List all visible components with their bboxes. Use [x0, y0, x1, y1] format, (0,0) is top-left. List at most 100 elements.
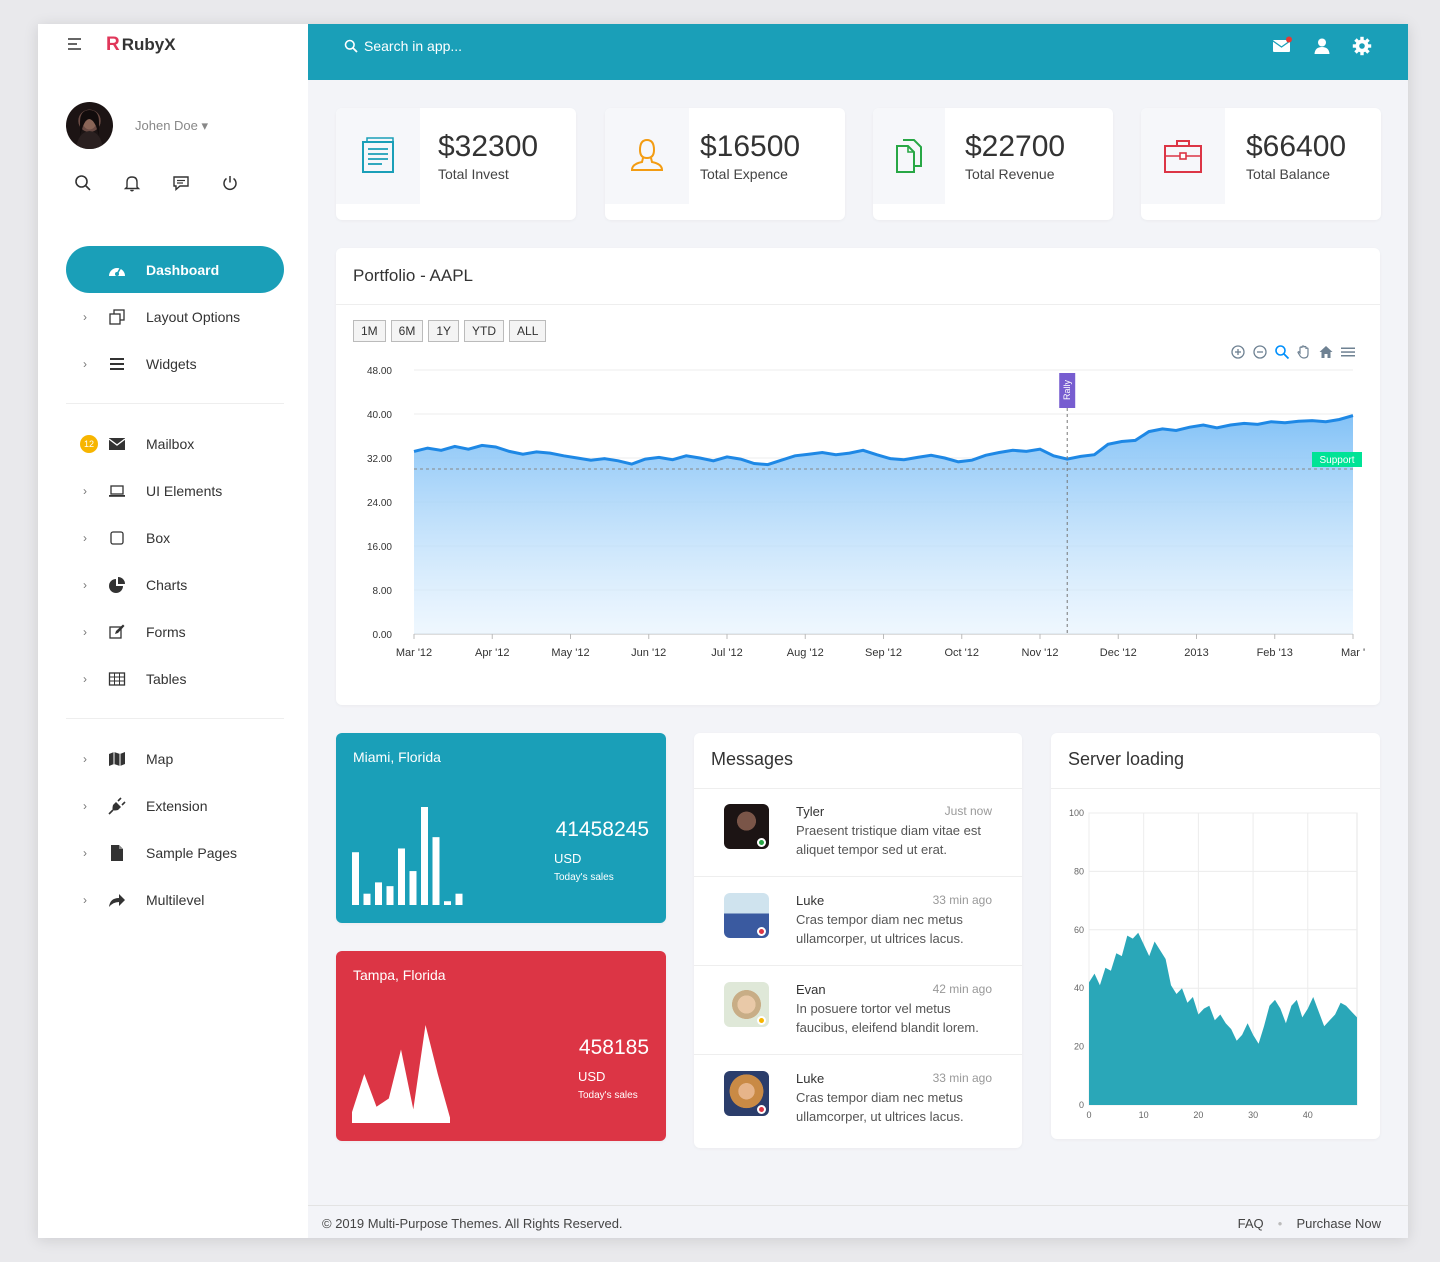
server-loading-chart: 100 80 60 40 20 00 10 20 30 40 [1069, 808, 1358, 1120]
bar [421, 807, 428, 905]
sidebar-item-tables[interactable]: › Tables [38, 655, 308, 702]
sidebar-item-sample-pages[interactable]: › Sample Pages [38, 829, 308, 876]
message-item[interactable]: Evan 42 min ago In posuere tortor vel me… [694, 966, 1022, 1055]
sidebar-item-map[interactable]: › Map [38, 735, 308, 782]
server-loading-card: Server loading 100 80 60 40 20 0 0 10 20 30 40 [1051, 733, 1380, 1139]
bar [432, 837, 440, 905]
hamburger-menu-icon[interactable] [68, 38, 81, 53]
y-tick-label: 0.00 [373, 630, 393, 641]
range-button-1m[interactable]: 1M [353, 320, 386, 342]
tampa-area-chart [352, 1025, 450, 1123]
message-text: Praesent tristique diam vitae est alique… [796, 823, 981, 857]
sidebar-item-widgets[interactable]: › Widgets [38, 340, 308, 387]
area-fill [414, 415, 1353, 634]
chevron-right-icon: › [83, 356, 87, 371]
message-time: 33 min ago [932, 893, 992, 907]
sidebar-item-label: Mailbox [146, 435, 195, 452]
range-button-1y[interactable]: 1Y [428, 320, 460, 342]
stat-value: $66400 [1246, 130, 1347, 163]
x-tick-label: Jun '12 [631, 647, 666, 659]
home-reset-icon[interactable] [1318, 344, 1334, 360]
message-text: Cras tempor diam nec metus ullamcorper, … [796, 1090, 964, 1124]
sales-unit: USD [578, 1069, 606, 1084]
search-input[interactable]: Search in app... [364, 38, 462, 54]
faq-link[interactable]: FAQ [1238, 1216, 1264, 1231]
sidebar-item-forms[interactable]: › Forms [38, 608, 308, 655]
range-button-ytd[interactable]: YTD [464, 320, 505, 342]
message-text: Cras tempor diam nec metus ullamcorper, … [796, 912, 964, 946]
user-icon[interactable] [1312, 36, 1332, 56]
bar [398, 848, 405, 905]
message-item[interactable]: Luke 33 min ago Cras tempor diam nec met… [694, 1055, 1022, 1144]
plug-icon [108, 796, 126, 815]
sidebar: R RubyX Johen Doe ▾ Dashboard › Layout O… [38, 24, 308, 1238]
magnifier-icon[interactable] [1274, 344, 1290, 360]
x-tick-label: Oct '12 [944, 647, 979, 659]
range-button-all[interactable]: ALL [509, 320, 547, 342]
x-tick-label: Nov '12 [1022, 647, 1059, 659]
search-box[interactable]: Search in app... [344, 38, 462, 54]
mail-notification-icon[interactable] [1272, 36, 1292, 56]
pie-chart-icon [108, 576, 126, 594]
logo-row: R RubyX [38, 24, 308, 68]
sidebar-item-multilevel[interactable]: › Multilevel [38, 876, 308, 923]
sidebar-item-label: Charts [146, 576, 188, 593]
message-item[interactable]: Tyler Just now Praesent tristique diam v… [694, 788, 1022, 877]
footer-separator-dot: ● [1277, 1219, 1283, 1228]
menu-icon[interactable] [1340, 344, 1356, 360]
stat-label: Total Invest [438, 166, 509, 182]
zoom-out-icon[interactable] [1252, 344, 1268, 360]
chevron-right-icon: › [83, 845, 87, 860]
square-icon [108, 529, 126, 547]
sales-card-tampa: Tampa, Florida 458185 USD Today's sales [336, 951, 666, 1141]
sidebar-item-ui-elements[interactable]: › UI Elements [38, 467, 308, 514]
sidebar-item-label: Widgets [146, 355, 197, 372]
y-tick-label: 40.00 [367, 410, 392, 421]
zoom-in-icon[interactable] [1230, 344, 1246, 360]
stat-label: Total Expence [700, 166, 788, 182]
user-avatar[interactable] [66, 102, 113, 149]
top-bar-icons [1272, 36, 1372, 56]
card-divider [336, 304, 1380, 305]
y-tick-label: 100 [1069, 808, 1084, 818]
power-icon[interactable] [221, 174, 239, 192]
x-tick-label: 30 [1248, 1110, 1258, 1120]
sidebar-item-extension[interactable]: › Extension [38, 782, 308, 829]
sidebar-item-dashboard[interactable]: Dashboard [66, 246, 284, 293]
app-logo[interactable]: R RubyX [106, 34, 176, 56]
document-icon [362, 137, 394, 173]
user-quick-icons [74, 174, 239, 192]
sidebar-item-mailbox[interactable]: 12 Mailbox [38, 420, 308, 467]
sidebar-item-charts[interactable]: › Charts [38, 561, 308, 608]
bar [386, 886, 394, 905]
pan-hand-icon[interactable] [1296, 344, 1312, 360]
user-name-dropdown[interactable]: Johen Doe ▾ [135, 118, 208, 134]
search-icon[interactable] [74, 174, 92, 192]
x-tick-label: Feb '13 [1257, 647, 1293, 659]
chat-icon[interactable] [172, 174, 190, 192]
purchase-now-link[interactable]: Purchase Now [1296, 1216, 1381, 1231]
range-button-6m[interactable]: 6M [390, 320, 424, 342]
message-time: 42 min ago [932, 982, 992, 996]
message-item[interactable]: Luke 33 min ago Cras tempor diam nec met… [694, 877, 1022, 966]
y-tick-label: 48.00 [367, 366, 392, 377]
gear-icon[interactable] [1352, 36, 1372, 56]
sidebar-item-label: Layout Options [146, 308, 241, 325]
x-tick-label: 0 [1086, 1110, 1091, 1120]
area-fill [1089, 932, 1357, 1105]
sender-name: Luke [796, 893, 825, 908]
bar [409, 871, 417, 905]
stat-label: Total Balance [1246, 166, 1331, 182]
online-status-dot [757, 927, 766, 936]
sidebar-item-layout-options[interactable]: › Layout Options [38, 293, 308, 340]
laptop-icon [108, 482, 126, 500]
bell-icon[interactable] [123, 174, 141, 192]
range-buttons: 1M 6M 1Y YTD ALL [353, 320, 547, 342]
stat-card-total-revenue: $22700 Total Revenue [873, 108, 1113, 220]
copyright-text: © 2019 Multi-Purpose Themes. All Rights … [322, 1216, 623, 1231]
portfolio-area-chart: Rally Support 48.00 40.00 32.00 24.00 16.00 8.… [367, 366, 1365, 659]
sidebar-item-box[interactable]: › Box [38, 514, 308, 561]
bar [455, 893, 463, 905]
rally-label-box [1059, 373, 1076, 408]
y-tick-label: 20 [1074, 1042, 1084, 1052]
